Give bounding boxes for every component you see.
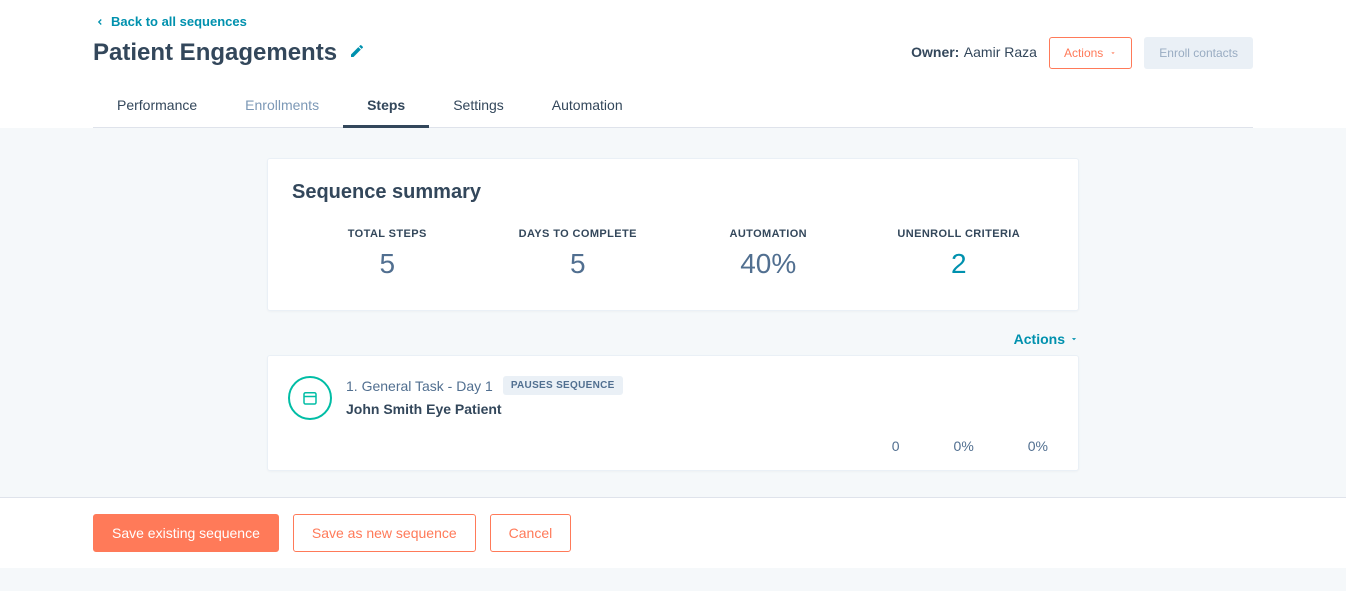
save-existing-button[interactable]: Save existing sequence xyxy=(93,514,279,552)
tab-settings[interactable]: Settings xyxy=(429,85,528,127)
stat-automation: AUTOMATION 40% xyxy=(673,228,864,280)
step-actions-dropdown[interactable]: Actions xyxy=(1014,331,1079,347)
summary-card: Sequence summary TOTAL STEPS 5 DAYS TO C… xyxy=(267,158,1079,311)
stat-unenroll[interactable]: UNENROLL CRITERIA 2 xyxy=(864,228,1055,280)
step-title: 1. General Task - Day 1 xyxy=(346,378,493,394)
enroll-contacts-button: Enroll contacts xyxy=(1144,37,1253,69)
header-actions-button[interactable]: Actions xyxy=(1049,37,1132,69)
owner-label: Owner: xyxy=(911,44,959,60)
owner-block: Owner: Aamir Raza xyxy=(911,44,1037,62)
tab-enrollments[interactable]: Enrollments xyxy=(221,85,343,127)
tab-performance[interactable]: Performance xyxy=(93,85,221,127)
caret-down-icon xyxy=(1069,334,1079,344)
step-subject: John Smith Eye Patient xyxy=(346,401,623,417)
step-stat-1: 0% xyxy=(954,438,974,454)
chevron-left-icon xyxy=(95,17,105,27)
cancel-button[interactable]: Cancel xyxy=(490,514,572,552)
footer-bar: Save existing sequence Save as new seque… xyxy=(0,497,1346,568)
back-link-label: Back to all sequences xyxy=(111,14,247,29)
tab-automation[interactable]: Automation xyxy=(528,85,647,127)
enroll-contacts-label: Enroll contacts xyxy=(1159,46,1238,60)
pauses-sequence-badge: PAUSES SEQUENCE xyxy=(503,376,623,395)
tab-steps[interactable]: Steps xyxy=(343,85,429,127)
stat-days-complete: DAYS TO COMPLETE 5 xyxy=(483,228,674,280)
save-new-button[interactable]: Save as new sequence xyxy=(293,514,476,552)
step-stat-2: 0% xyxy=(1028,438,1048,454)
page-title: Patient Engagements xyxy=(93,39,337,67)
step-card[interactable]: 1. General Task - Day 1 PAUSES SEQUENCE … xyxy=(267,355,1079,471)
edit-title-icon[interactable] xyxy=(349,43,365,64)
stat-total-steps: TOTAL STEPS 5 xyxy=(292,228,483,280)
summary-title: Sequence summary xyxy=(292,181,1054,204)
calendar-icon xyxy=(288,376,332,420)
caret-down-icon xyxy=(1109,49,1117,57)
back-to-sequences-link[interactable]: Back to all sequences xyxy=(95,0,247,35)
step-stat-0: 0 xyxy=(892,438,900,454)
owner-name: Aamir Raza xyxy=(964,44,1037,60)
header-actions-label: Actions xyxy=(1064,46,1103,60)
tabs: Performance Enrollments Steps Settings A… xyxy=(93,77,1253,128)
